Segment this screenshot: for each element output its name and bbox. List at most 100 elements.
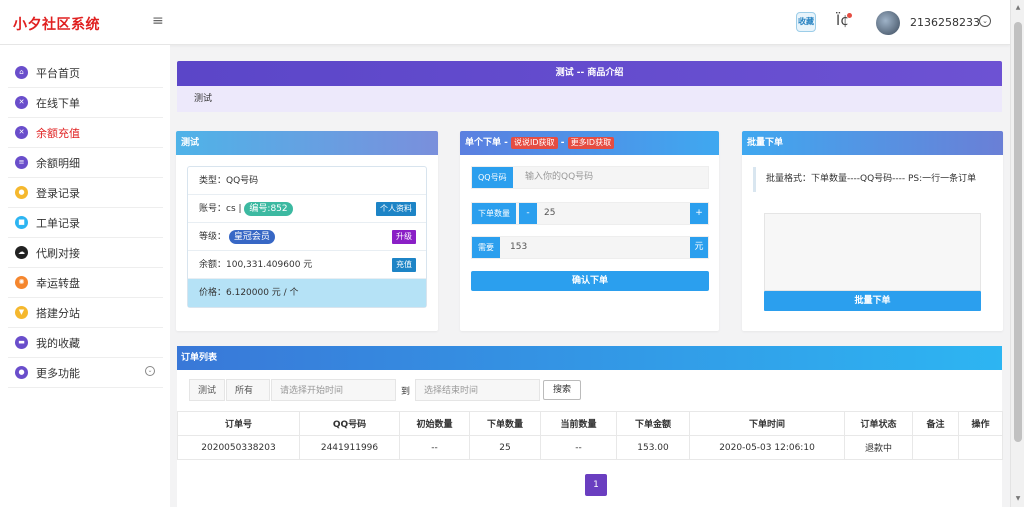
wallet-icon: ✕ <box>15 126 28 139</box>
column-header: QQ号码 <box>299 411 400 436</box>
table-cell: 153.00 <box>616 435 690 460</box>
get-more-id-link[interactable]: 更多ID获取 <box>567 137 615 149</box>
info-row-type: 类型：QQ号码 <box>188 167 426 195</box>
menu-toggle-icon[interactable]: ≡ <box>152 13 164 29</box>
table-cell: 2441911996 <box>299 435 400 460</box>
cost-label: 需要 <box>472 237 500 258</box>
sidebar-item-9[interactable]: ▼ 搭建分站 <box>8 298 163 328</box>
table-cell: 退款中 <box>844 435 913 460</box>
search-button[interactable]: 搜索 <box>543 380 582 400</box>
qq-field: QQ号码 输入你的QQ号码 <box>471 166 709 189</box>
panel-title: 单个下单 - 说说ID获取 - 更多ID获取 <box>460 131 719 155</box>
sidebar-item-11[interactable]: ● 更多功能 ⌄ <box>8 358 163 388</box>
scroll-down-icon[interactable]: ▼ <box>1014 495 1022 503</box>
end-date-input[interactable]: 选择结束时间 <box>415 379 541 401</box>
batch-order-panel: 批量下单 批量格式：下单数量----QQ号码---- PS:一行一条订单 批量下… <box>742 131 1003 331</box>
sidebar-item-label: 幸运转盘 <box>36 276 80 290</box>
product-intro-title: 测试 -- 商品介绍 <box>177 61 1002 86</box>
table-cell <box>912 435 959 460</box>
batch-format-note: 批量格式：下单数量----QQ号码---- PS:一行一条订单 <box>753 167 991 192</box>
column-header: 下单数量 <box>469 411 541 436</box>
table-cell: 25 <box>469 435 541 460</box>
balance-text: 余额：100,331.409600 元 <box>199 260 313 270</box>
info-row-account: 账号：cs | 编号:852 个人资料 <box>188 195 426 223</box>
price-text: 价格：6.120000 元 / 个 <box>199 288 299 298</box>
orders-table: 订单号 QQ号码 初始数量 下单数量 当前数量 下单金额 下单时间 订单状态 备注 操作 2020… <box>177 411 1003 460</box>
login-icon: ● <box>15 186 28 199</box>
panel-title: 测试 <box>176 131 438 155</box>
column-header: 当前数量 <box>540 411 617 436</box>
separator: - <box>560 138 565 148</box>
notification-dot <box>847 13 853 18</box>
list-icon: ≡ <box>15 156 28 169</box>
upgrade-button[interactable]: 升级 <box>392 230 416 244</box>
notification-icon[interactable]: Ϊ¢ <box>836 13 853 29</box>
column-header: 订单号 <box>177 411 300 436</box>
sidebar-item-3[interactable]: ✕ 余额充值 <box>8 118 163 148</box>
account-info-panel: 测试 类型：QQ号码 账号：cs | 编号:852 个人资料 等级： 皇冠会员 … <box>176 131 438 331</box>
user-name[interactable]: 2136258233 <box>910 16 980 29</box>
qq-label: QQ号码 <box>472 167 513 188</box>
level-text: 等级： <box>199 232 227 242</box>
quantity-input[interactable]: 25 <box>544 203 555 224</box>
sidebar-item-10[interactable]: ▬ 我的收藏 <box>8 328 163 358</box>
filter-bar: 测试 所有 请选择开始时间 到 选择结束时间 搜索 <box>189 378 582 402</box>
sidebar-item-4[interactable]: ≡ 余额明细 <box>8 148 163 178</box>
table-cell <box>958 435 1003 460</box>
order-title: 单个下单 - <box>465 138 508 148</box>
cart-icon: ✕ <box>15 96 28 109</box>
cost-unit: 元 <box>690 237 708 258</box>
filter-product[interactable]: 测试 <box>189 379 226 401</box>
page-button-1[interactable]: 1 <box>585 474 607 496</box>
sidebar-item-6[interactable]: ■ 工单记录 <box>8 208 163 238</box>
get-post-id-link[interactable]: 说说ID获取 <box>511 137 558 149</box>
table-cell: 2020050338203 <box>177 435 300 460</box>
batch-input[interactable] <box>764 213 981 291</box>
date-range-to: 到 <box>401 386 411 397</box>
table-cell: -- <box>540 435 617 460</box>
ticket-icon: ■ <box>15 216 28 229</box>
chevron-down-icon[interactable]: ⌄ <box>145 366 155 376</box>
sidebar-item-label: 工单记录 <box>36 216 80 230</box>
info-row-level: 等级： 皇冠会员 升级 <box>188 223 426 251</box>
sidebar: ⌂ 平台首页 ✕ 在线下单 ✕ 余额充值 ≡ 余额明细 ● 登录记录 ■ 工单记录 ☁ 代刷对接 ✺ 幸运转盘… <box>0 45 170 507</box>
start-date-input[interactable]: 请选择开始时间 <box>271 379 397 401</box>
favorite-icon[interactable]: 收藏 <box>796 12 816 32</box>
sidebar-item-label: 更多功能 <box>36 366 80 380</box>
sidebar-item-label: 代刷对接 <box>36 246 80 260</box>
collect-icon: ▬ <box>15 336 28 349</box>
quantity-minus-button[interactable]: - <box>519 203 537 224</box>
sidebar-item-5[interactable]: ● 登录记录 <box>8 178 163 208</box>
sidebar-item-2[interactable]: ✕ 在线下单 <box>8 88 163 118</box>
avatar[interactable] <box>876 11 900 35</box>
cost-field: 需要 153 元 <box>471 236 709 259</box>
user-id-badge: 编号:852 <box>244 202 293 216</box>
filter-status-select[interactable]: 所有 <box>226 379 271 401</box>
page-scrollbar[interactable]: ▲ ▼ <box>1010 0 1024 507</box>
column-header: 操作 <box>958 411 1003 436</box>
table-cell: -- <box>399 435 470 460</box>
build-icon: ▼ <box>15 306 28 319</box>
column-header: 下单金额 <box>616 411 690 436</box>
order-list-title: 订单列表 <box>177 346 1002 370</box>
batch-order-button[interactable]: 批量下单 <box>764 291 981 311</box>
info-row-price: 价格：6.120000 元 / 个 <box>188 279 426 307</box>
profile-button[interactable]: 个人资料 <box>376 202 416 216</box>
sidebar-item-label: 我的收藏 <box>36 336 80 350</box>
brand-title[interactable]: 小夕社区系统 <box>13 14 100 34</box>
scroll-up-icon[interactable]: ▲ <box>1014 4 1022 12</box>
home-icon: ⌂ <box>15 66 28 79</box>
qq-input[interactable]: 输入你的QQ号码 <box>525 167 593 188</box>
quantity-plus-button[interactable]: + <box>690 203 708 224</box>
recharge-button[interactable]: 充值 <box>392 258 416 272</box>
order-list-panel: 订单列表 测试 所有 请选择开始时间 到 选择结束时间 搜索 订单号 QQ号码 初始… <box>177 346 1003 507</box>
cloud-icon: ☁ <box>15 246 28 259</box>
table-row: 2020050338203 2441911996 -- 25 -- 153.00 2020-… <box>177 435 1003 460</box>
sidebar-item-label: 余额充值 <box>36 126 80 140</box>
confirm-order-button[interactable]: 确认下单 <box>471 271 709 291</box>
sidebar-item-1[interactable]: ⌂ 平台首页 <box>8 58 163 88</box>
chevron-down-icon[interactable]: ⌄ <box>979 15 991 27</box>
scroll-thumb[interactable] <box>1014 22 1022 442</box>
sidebar-item-7[interactable]: ☁ 代刷对接 <box>8 238 163 268</box>
sidebar-item-8[interactable]: ✺ 幸运转盘 <box>8 268 163 298</box>
